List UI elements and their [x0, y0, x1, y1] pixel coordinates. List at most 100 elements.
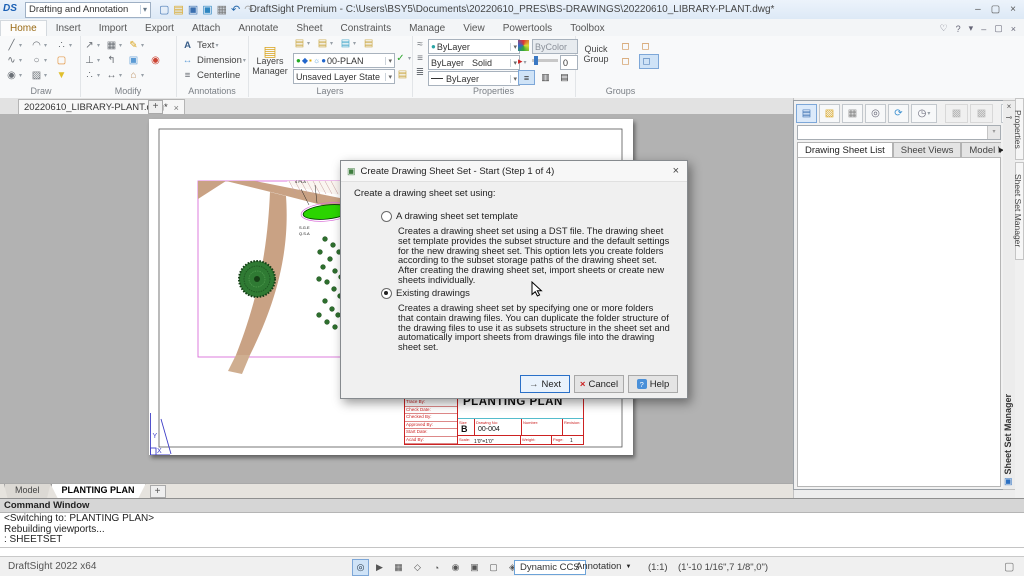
- tab-annotate[interactable]: Annotate: [229, 21, 287, 36]
- cancel-button[interactable]: ×Cancel: [574, 375, 624, 393]
- layer-check-icon[interactable]: ✓: [394, 53, 411, 64]
- scale-tool-icon[interactable]: ▣: [127, 53, 149, 68]
- command-window-header[interactable]: Command Window: [0, 499, 1024, 513]
- open-sheet-set-icon[interactable]: ▧: [819, 104, 840, 123]
- point-tool-icon[interactable]: ∴: [55, 38, 80, 53]
- pointer-toggle-icon[interactable]: ▶: [371, 559, 388, 576]
- group-create-icon[interactable]: ◻: [619, 39, 639, 54]
- transparency-flag-icon[interactable]: ▸: [518, 56, 527, 67]
- tab-constraints[interactable]: Constraints: [332, 21, 401, 36]
- tab-sheet-views[interactable]: Sheet Views: [893, 142, 962, 157]
- print-icon[interactable]: ▦: [217, 3, 227, 17]
- document-icon[interactable]: ▢: [1004, 560, 1014, 573]
- tab-home[interactable]: Home: [0, 20, 47, 36]
- layer-tool-icon[interactable]: ▤: [293, 38, 310, 49]
- tab-powertools[interactable]: Powertools: [494, 21, 561, 36]
- ellipse-tool-icon[interactable]: ○: [30, 53, 55, 68]
- grid-toggle-icon[interactable]: ▦: [390, 559, 407, 576]
- next-button[interactable]: →Next: [520, 375, 570, 393]
- tab-toolbox[interactable]: Toolbox: [561, 21, 613, 36]
- polar-toggle-icon[interactable]: ◉: [447, 559, 464, 576]
- lineweight-icon[interactable]: ≣: [414, 67, 426, 78]
- linestyle-icon[interactable]: ≡: [414, 53, 426, 64]
- history-icon[interactable]: ◷: [911, 104, 937, 123]
- new-sheet-set-icon[interactable]: ▤: [796, 104, 817, 123]
- chevron-down-icon[interactable]: ▾: [969, 23, 974, 34]
- layer-previous-icon[interactable]: ▤: [396, 69, 409, 80]
- properties-panel-icon[interactable]: ▥: [537, 70, 554, 85]
- tab-attach[interactable]: Attach: [183, 21, 229, 36]
- etrack-toggle-icon[interactable]: ▣: [466, 559, 483, 576]
- move-tool-icon[interactable]: ↗: [83, 38, 105, 53]
- tab-model[interactable]: Model: [4, 484, 51, 499]
- lineweight-toggle-icon[interactable]: ▢: [485, 559, 502, 576]
- doc-close-icon[interactable]: ×: [1011, 24, 1016, 34]
- layers-manager-button[interactable]: ▤ Layers Manager: [250, 39, 290, 83]
- tab-planting-plan[interactable]: PLANTING PLAN: [51, 484, 146, 499]
- doc-minimize-icon[interactable]: –: [981, 24, 986, 34]
- preview-icon[interactable]: ◎: [865, 104, 886, 123]
- close-icon[interactable]: ×: [1010, 4, 1016, 15]
- tab-properties-panel[interactable]: Properties: [1015, 98, 1024, 160]
- minimize-icon[interactable]: –: [975, 4, 981, 15]
- chevron-down-icon[interactable]: ▾: [987, 126, 1000, 139]
- restore-icon[interactable]: ▢: [991, 4, 1000, 15]
- tab-import[interactable]: Import: [90, 21, 136, 36]
- radio-template[interactable]: [381, 211, 392, 222]
- explode-tool-icon[interactable]: ⌂: [127, 68, 149, 83]
- image-icon[interactable]: ▦: [842, 104, 863, 123]
- circle-tool-icon[interactable]: ◉: [5, 68, 30, 83]
- dimension-tool[interactable]: ↔ Dimension: [176, 53, 248, 68]
- tab-drawing-sheet-list[interactable]: Drawing Sheet List: [797, 142, 893, 157]
- snap-toggle-icon[interactable]: ◇: [409, 559, 426, 576]
- group-edit-icon[interactable]: ◻: [619, 54, 639, 69]
- active-layer-combo[interactable]: ● ◆ ▪ ☼ ● 00-PLAN ▾: [293, 53, 395, 68]
- group-delete-icon[interactable]: ◻: [639, 39, 659, 54]
- hatch-tool-icon[interactable]: ▨: [30, 68, 55, 83]
- tab-manage[interactable]: Manage: [400, 21, 454, 36]
- group-toggle-icon[interactable]: ◻: [639, 54, 659, 69]
- new-document-button[interactable]: +: [148, 100, 163, 114]
- layer-tool-icon[interactable]: ▤: [316, 38, 333, 49]
- redo-icon[interactable]: ↷: [244, 3, 253, 17]
- color-wheel-icon[interactable]: [518, 40, 529, 51]
- arc-tool-icon[interactable]: ◠: [30, 38, 55, 53]
- layer-tool-icon[interactable]: ▤: [339, 38, 356, 49]
- tab-sheet[interactable]: Sheet: [287, 21, 331, 36]
- spline-tool-icon[interactable]: ∿: [5, 53, 30, 68]
- close-icon[interactable]: ×: [174, 103, 179, 113]
- save-all-icon[interactable]: ▣: [202, 3, 212, 17]
- slider-handle[interactable]: [534, 56, 538, 65]
- tab-sheet-set-manager-panel[interactable]: Sheet Set Manager: [1015, 162, 1024, 260]
- offset-tool-icon[interactable]: ↔: [105, 68, 127, 83]
- help-icon[interactable]: ?: [956, 24, 961, 34]
- tab-view[interactable]: View: [454, 21, 494, 36]
- line-tool-icon[interactable]: ╱: [5, 38, 30, 53]
- trim-tool-icon[interactable]: ⊥: [83, 53, 105, 68]
- line-weight-combo[interactable]: ByLayer ▾: [428, 71, 520, 86]
- tab-model-views[interactable]: Model Views: [961, 142, 1001, 157]
- layer-state-combo[interactable]: Unsaved Layer State ▾: [293, 69, 395, 84]
- ortho-toggle-icon[interactable]: ◔: [428, 559, 445, 576]
- centerline-tool[interactable]: ≡ Centerline: [176, 68, 248, 83]
- esnap-toggle-icon[interactable]: ◎: [352, 559, 369, 576]
- transparency-slider[interactable]: [532, 59, 558, 62]
- match-properties-icon[interactable]: ≡: [518, 70, 535, 85]
- radio-existing-drawings[interactable]: [381, 288, 392, 299]
- quick-properties-icon[interactable]: ▤: [556, 70, 573, 85]
- linecolor-icon[interactable]: ≈: [414, 39, 426, 50]
- doc-restore-icon[interactable]: ▢: [994, 23, 1003, 34]
- help-button[interactable]: ?Help: [628, 375, 678, 393]
- polygon-tool-icon[interactable]: ▼: [55, 68, 80, 83]
- undo-icon[interactable]: ↶: [231, 3, 240, 17]
- sheet-set-select-field[interactable]: ▾: [797, 125, 1001, 140]
- dynamic-ccs-button[interactable]: Dynamic CCS: [514, 560, 586, 575]
- close-icon[interactable]: ×: [673, 165, 679, 177]
- layer-tool-icon[interactable]: ▤: [362, 38, 375, 49]
- pattern-tool-icon[interactable]: ▦: [105, 38, 127, 53]
- text-tool[interactable]: A Text: [176, 38, 248, 53]
- erase-tool-icon[interactable]: ✎: [127, 38, 149, 53]
- favorites-icon[interactable]: ♡: [940, 23, 948, 34]
- quick-group-button[interactable]: Quick Group: [579, 44, 613, 64]
- stretch-tool-icon[interactable]: ∴: [83, 68, 105, 83]
